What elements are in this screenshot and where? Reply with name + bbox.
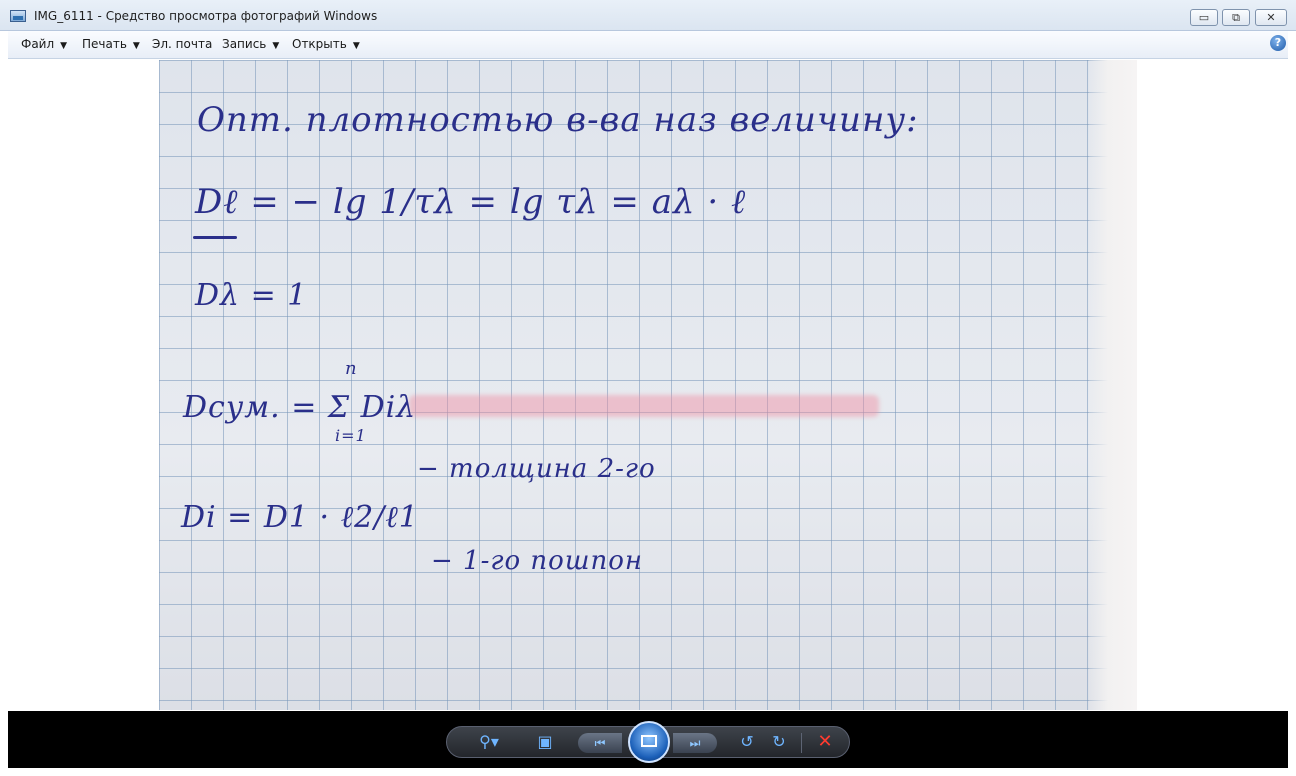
bottom-toolbar: ⚲▾ ▣ ⏮ ⏭ ↺ ↻ ✕	[8, 711, 1288, 768]
toolbar-divider	[801, 733, 802, 753]
handwritten-underline	[193, 236, 237, 239]
maximize-button[interactable]: ⧉	[1222, 9, 1250, 26]
menu-print[interactable]: Печать ▼	[82, 37, 140, 51]
handwritten-formula-2: Dλ = 1	[195, 278, 308, 313]
chevron-down-icon: ▼	[272, 41, 280, 51]
menu-open[interactable]: Открыть ▼	[292, 37, 360, 51]
photo-right-edge	[1089, 60, 1137, 710]
menu-print-label: Печать	[82, 37, 127, 51]
actual-size-icon[interactable]: ▣	[533, 731, 557, 753]
delete-icon[interactable]: ✕	[813, 731, 837, 753]
menu-burn[interactable]: Запись ▼	[222, 37, 279, 51]
previous-button[interactable]: ⏮	[578, 733, 622, 753]
help-icon[interactable]: ?	[1270, 35, 1286, 51]
marker-highlight	[409, 395, 879, 417]
chevron-down-icon: ▼	[352, 41, 360, 51]
toolbar-controls: ⚲▾ ▣ ⏮ ⏭ ↺ ↻ ✕	[446, 721, 850, 763]
menu-open-label: Открыть	[292, 37, 347, 51]
menu-burn-label: Запись	[222, 37, 267, 51]
notebook-photo: Опт. плотностью в-ва наз величину: Dℓ = …	[159, 60, 1137, 710]
handwritten-sum-upper: n	[345, 358, 358, 379]
next-button[interactable]: ⏭	[673, 733, 717, 753]
rotate-counterclockwise-icon[interactable]: ↺	[735, 731, 759, 753]
minimize-button[interactable]: ▭	[1190, 9, 1218, 26]
handwritten-sum-lower: i=1	[335, 426, 367, 445]
slideshow-button[interactable]	[628, 721, 670, 763]
title-bar[interactable]: IMG_6111 - Средство просмотра фотографий…	[0, 0, 1296, 31]
window-title: IMG_6111 - Средство просмотра фотографий…	[34, 9, 378, 23]
menu-email-label: Эл. почта	[152, 37, 213, 51]
handwritten-line-1: Опт. плотностью в-ва наз величину:	[197, 100, 919, 140]
handwritten-note-1: − толщина 2-го	[417, 454, 656, 484]
close-button[interactable]: ✕	[1255, 9, 1287, 26]
rotate-clockwise-icon[interactable]: ↻	[767, 731, 791, 753]
handwritten-formula-4: Di = D1 · ℓ2/ℓ1	[181, 500, 419, 535]
handwritten-note-2: − 1-го пошпон	[431, 546, 643, 576]
zoom-icon[interactable]: ⚲▾	[477, 731, 501, 753]
menu-email[interactable]: Эл. почта	[152, 37, 212, 51]
menu-bar: Файл ▼ Печать ▼ Эл. почта Запись ▼ Открыть ▼…	[8, 31, 1288, 59]
chevron-down-icon: ▼	[60, 41, 68, 51]
chevron-down-icon: ▼	[132, 41, 140, 51]
handwritten-formula-3: Dсум. = Σ Diλ	[183, 390, 417, 425]
handwritten-formula-1: Dℓ = − lg 1/τλ = lg τλ = aλ · ℓ	[195, 182, 747, 222]
photo-viewer-app-icon	[10, 10, 26, 22]
menu-file-label: Файл	[21, 37, 55, 51]
image-viewport[interactable]: Опт. плотностью в-ва наз величину: Dℓ = …	[8, 59, 1288, 711]
photo-viewer-window: IMG_6111 - Средство просмотра фотографий…	[0, 0, 1296, 776]
menu-file[interactable]: Файл ▼	[21, 37, 67, 51]
